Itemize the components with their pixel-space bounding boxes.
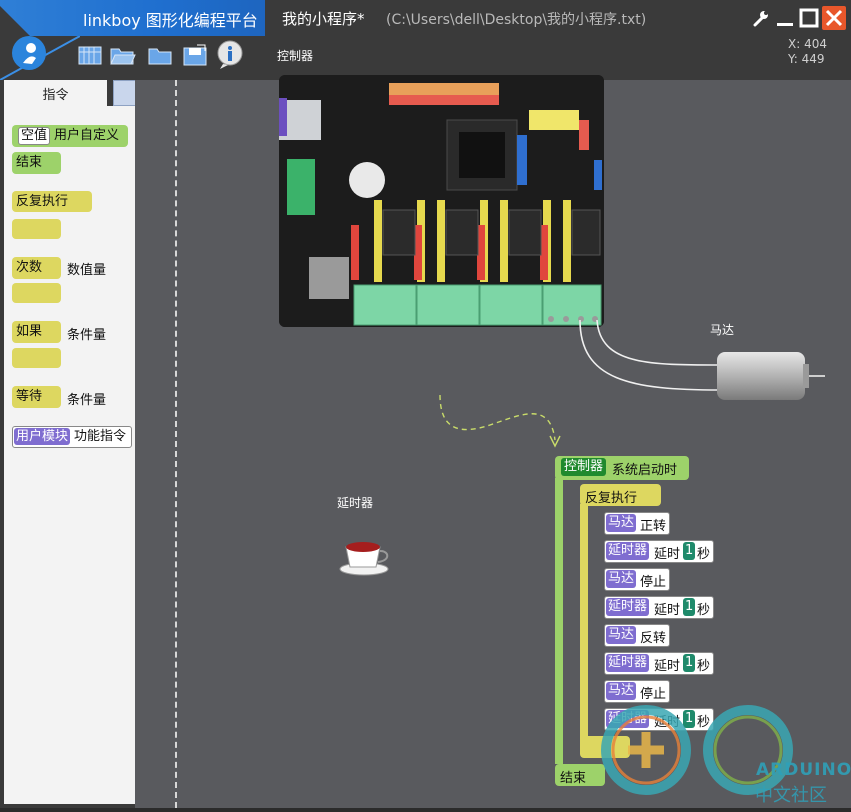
open-folder-icon[interactable] <box>110 44 136 66</box>
controller-label: 控制器 <box>277 49 314 63</box>
delay-value[interactable]: 1 <box>683 654 696 672</box>
on-start-label: 系统启动时 <box>612 463 678 478</box>
start-controller-tag: 控制器 <box>561 458 607 476</box>
delay-value[interactable]: 1 <box>683 542 696 560</box>
delay-label: 延时器 <box>337 496 374 510</box>
logo-icon <box>0 36 80 80</box>
delay-tag: 延时器 <box>606 598 650 616</box>
stmt-motor-reverse[interactable]: 马达 反转 <box>604 624 670 647</box>
delay-word: 延时 <box>654 603 681 618</box>
minimize-icon[interactable] <box>773 6 797 30</box>
stmt-delay-3[interactable]: 延时器 延时 1 秒 <box>604 652 714 675</box>
motor-tag: 马达 <box>606 570 637 588</box>
repeat-body <box>580 504 588 742</box>
app-title: linkboy 图形化编程平台 <box>83 11 258 30</box>
stmt-motor-forward[interactable]: 马达 正转 <box>604 512 670 535</box>
user-defined-label: 用户自定义 <box>54 128 120 143</box>
palette-times-block[interactable]: 次数 <box>12 257 61 279</box>
program-start-body <box>555 478 563 764</box>
palette-end-block[interactable]: 结束 <box>12 152 61 174</box>
motor-label: 马达 <box>710 323 735 337</box>
delay-component[interactable] <box>338 535 394 579</box>
info-icon[interactable] <box>215 40 245 70</box>
condition-label-wait: 条件量 <box>67 393 107 408</box>
coord-x: X: 404 <box>788 37 827 51</box>
command-palette: 空值 用户自定义 结束 反复执行 次数 数值量 如果 条件量 等待 条件量 用户… <box>4 106 135 804</box>
delay-word: 延时 <box>654 547 681 562</box>
delay-tag: 延时器 <box>606 542 650 560</box>
delay-word: 延时 <box>654 659 681 674</box>
repeat-block[interactable]: 反复执行 <box>580 484 661 506</box>
function-cmd-label: 功能指令 <box>74 429 127 444</box>
user-module-label: 用户模块 <box>14 428 71 445</box>
folder-icon[interactable] <box>148 44 172 66</box>
arduino-watermark: ARDUINO 中文社区 <box>598 698 851 808</box>
palette-user-module-block[interactable]: 用户模块 功能指令 <box>12 426 132 448</box>
empty-value-slot[interactable]: 空值 <box>18 127 51 145</box>
palette-repeat-block[interactable]: 反复执行 <box>12 191 92 212</box>
palette-user-defined-block[interactable]: 空值 用户自定义 <box>12 125 128 147</box>
palette-repeat-body <box>12 219 61 239</box>
coffee-cup-icon <box>339 542 389 576</box>
motor-component[interactable] <box>715 350 825 402</box>
delay-tag: 延时器 <box>606 654 650 672</box>
coord-y: Y: 449 <box>788 52 825 66</box>
reverse-label: 反转 <box>640 631 667 646</box>
close-icon[interactable] <box>822 6 846 30</box>
motor-tag: 马达 <box>606 514 637 532</box>
tab-commands[interactable]: 指令 <box>4 80 107 106</box>
canvas-guide-line <box>175 80 177 808</box>
file-path: (C:\Users\dell\Desktop\我的小程序.txt) <box>386 12 647 28</box>
save-icon[interactable] <box>183 44 207 66</box>
condition-label-if: 条件量 <box>67 328 107 343</box>
stmt-motor-stop[interactable]: 马达 停止 <box>604 568 670 591</box>
motor-wires <box>579 319 721 391</box>
file-name: 我的小程序* <box>282 10 365 28</box>
motor-icon <box>717 352 825 400</box>
repeat-label: 反复执行 <box>585 491 638 506</box>
motor-tag: 马达 <box>606 626 637 644</box>
seconds-label: 秒 <box>697 659 711 674</box>
palette-if-body <box>12 348 61 368</box>
controller-board-graphic <box>271 75 604 327</box>
flow-arrow <box>439 394 561 448</box>
palette-times-body <box>12 283 61 303</box>
maximize-icon[interactable] <box>797 6 821 30</box>
palette-if-block[interactable]: 如果 <box>12 321 61 343</box>
stop-label: 停止 <box>640 575 667 590</box>
new-file-icon[interactable] <box>78 44 102 66</box>
seconds-label: 秒 <box>697 547 711 562</box>
end-label: 结束 <box>560 771 587 786</box>
wrench-icon[interactable] <box>749 6 773 30</box>
watermark-text-arduino: ARDUINO <box>756 760 851 780</box>
seconds-label: 秒 <box>697 603 711 618</box>
stmt-delay-2[interactable]: 延时器 延时 1 秒 <box>604 596 714 619</box>
stmt-delay-1[interactable]: 延时器 延时 1 秒 <box>604 540 714 563</box>
watermark-text-cn: 中文社区 <box>755 785 827 806</box>
delay-value[interactable]: 1 <box>683 598 696 616</box>
program-start-block[interactable]: 控制器 系统启动时 <box>555 456 689 480</box>
controller-board[interactable] <box>271 75 604 327</box>
palette-wait-block[interactable]: 等待 <box>12 386 61 408</box>
cursor-coordinates: X: 404 Y: 449 <box>788 37 827 67</box>
forward-label: 正转 <box>640 519 667 534</box>
numeric-label: 数值量 <box>67 263 107 278</box>
